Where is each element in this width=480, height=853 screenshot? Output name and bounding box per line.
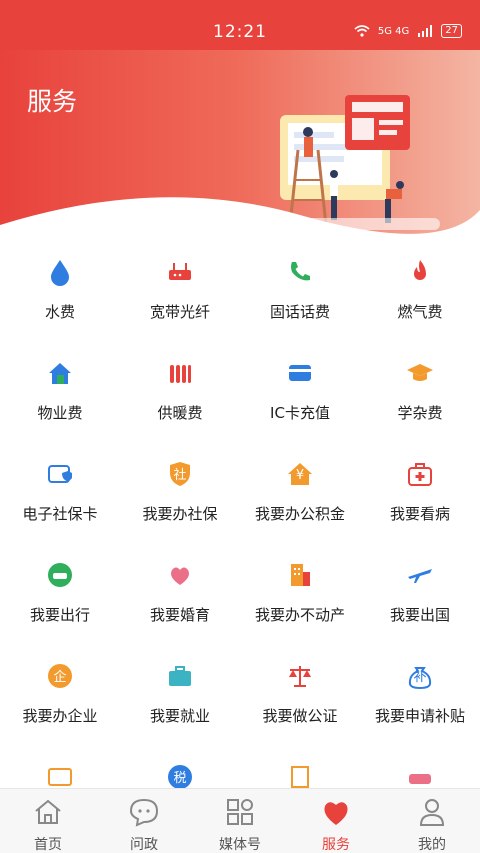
status-bar: 12:21 5G 4G 27 xyxy=(0,0,480,50)
hero-banner: 服务 xyxy=(0,50,480,240)
tab-label: 我的 xyxy=(418,837,446,853)
scale-icon xyxy=(289,666,311,687)
service-item[interactable]: 补我要申请补贴 xyxy=(360,644,480,744)
graduation-cap-icon xyxy=(407,364,433,381)
service-label: 供暖费 xyxy=(157,404,203,422)
service-item[interactable]: 我要出行 xyxy=(0,543,120,643)
service-label: 我要办不动产 xyxy=(254,606,345,624)
car-icon xyxy=(48,563,72,587)
house-yuan-icon: ¥ xyxy=(288,463,312,485)
service-item[interactable]: 电子社保卡 xyxy=(0,442,120,542)
service-item[interactable]: 学杂费 xyxy=(360,341,480,441)
building-icon xyxy=(291,564,310,586)
service-label: 水费 xyxy=(44,303,75,321)
service-label: 我要办公积金 xyxy=(254,505,345,523)
service-label: 我要办社保 xyxy=(142,505,218,523)
service-label: 燃气费 xyxy=(397,303,443,321)
service-item[interactable]: 我要就业 xyxy=(120,644,240,744)
service-item[interactable]: IC卡充值 xyxy=(240,341,360,441)
service-item[interactable]: 企我要办企业 xyxy=(0,644,120,744)
service-label: 我要办企业 xyxy=(22,707,98,725)
service-item[interactable] xyxy=(0,745,120,788)
medical-kit-icon xyxy=(408,463,432,486)
battery-indicator: 27 xyxy=(441,24,462,38)
service-item[interactable]: 税 xyxy=(120,745,240,788)
flame-icon xyxy=(414,260,426,280)
radiator-icon xyxy=(170,365,191,383)
service-item[interactable]: 我要做公证 xyxy=(240,644,360,744)
service-item[interactable] xyxy=(360,745,480,788)
svg-text:补: 补 xyxy=(413,670,426,685)
heart-family-icon xyxy=(171,567,189,585)
tab-2[interactable]: 媒体号 xyxy=(192,789,288,853)
services-grid: 水费 宽带光纤 固话话费 燃气费物业费 供暖费 IC卡充值 学杂费电子社保卡 社我要办社保 ¥ 我… xyxy=(0,240,480,788)
tab-label: 媒体号 xyxy=(219,837,261,853)
service-label: 电子社保卡 xyxy=(22,505,98,523)
service-label: 我要婚育 xyxy=(149,606,210,624)
water-drop-icon xyxy=(51,260,69,286)
bottom-tab-bar: 首页 问政 媒体号 服务 我的 xyxy=(0,788,480,853)
hero-wave xyxy=(0,197,480,240)
svg-text:税: 税 xyxy=(173,771,186,786)
page-title: 服务 xyxy=(27,87,78,116)
service-label: 我要看病 xyxy=(389,505,450,523)
tab-label: 首页 xyxy=(34,837,62,853)
router-icon xyxy=(169,263,191,280)
grid-icon xyxy=(227,799,253,825)
service-item[interactable]: 固话话费 xyxy=(240,240,360,340)
service-item[interactable]: 我要出国 xyxy=(360,543,480,643)
service-label: 物业费 xyxy=(37,404,83,422)
service-label: 我要申请补贴 xyxy=(374,707,465,725)
service-item[interactable]: 燃气费 xyxy=(360,240,480,340)
service-label: 我要做公证 xyxy=(262,707,338,725)
tab-label: 问政 xyxy=(130,837,158,853)
service-label: 宽带光纤 xyxy=(149,303,210,321)
status-icons: 5G 4G 27 xyxy=(354,24,462,38)
tab-label: 服务 xyxy=(322,837,350,853)
social-security-card-icon xyxy=(48,465,72,483)
service-item[interactable]: 社我要办社保 xyxy=(120,442,240,542)
home-icon xyxy=(35,799,61,824)
card-icon xyxy=(289,365,311,381)
heart-icon xyxy=(324,802,348,825)
tab-4[interactable]: 我的 xyxy=(384,789,480,853)
service-label: 我要就业 xyxy=(149,707,210,725)
service-item[interactable]: 宽带光纤 xyxy=(120,240,240,340)
tab-0[interactable]: 首页 xyxy=(0,789,96,853)
tax-icon: 税 xyxy=(168,765,192,788)
service-item[interactable]: 我要婚育 xyxy=(120,543,240,643)
svg-text:企: 企 xyxy=(53,669,66,685)
document-icon xyxy=(291,766,309,788)
service-label: 固话话费 xyxy=(269,303,330,321)
service-item[interactable]: 我要看病 xyxy=(360,442,480,542)
service-item[interactable]: ¥ 我要办公积金 xyxy=(240,442,360,542)
service-label: 我要出行 xyxy=(29,606,90,624)
service-label: 我要出国 xyxy=(389,606,450,624)
shield-she-icon: 社 xyxy=(170,462,190,486)
briefcase-icon xyxy=(169,666,191,686)
service-label: 学杂费 xyxy=(397,404,443,422)
money-bag-icon: 补 xyxy=(408,667,432,690)
enterprise-icon: 企 xyxy=(48,664,72,688)
service-label: IC卡充值 xyxy=(270,404,330,422)
tab-1[interactable]: 问政 xyxy=(96,789,192,853)
vehicle-icon xyxy=(409,774,431,784)
service-item[interactable]: 供暖费 xyxy=(120,341,240,441)
svg-text:¥: ¥ xyxy=(296,468,304,483)
wifi-icon xyxy=(354,25,370,37)
chat-bubble-icon xyxy=(129,798,159,827)
phone-icon xyxy=(291,262,310,281)
service-item[interactable]: 物业费 xyxy=(0,341,120,441)
signal-icon xyxy=(418,25,433,37)
service-item[interactable] xyxy=(240,745,360,788)
service-item[interactable]: 我要办不动产 xyxy=(240,543,360,643)
tab-3[interactable]: 服务 xyxy=(288,789,384,853)
id-card-icon xyxy=(48,768,72,786)
airplane-icon xyxy=(408,569,432,583)
house-icon xyxy=(49,363,71,384)
network-label: 5G 4G xyxy=(377,25,410,37)
svg-text:社: 社 xyxy=(173,467,186,483)
profile-icon xyxy=(419,799,445,826)
service-item[interactable]: 水费 xyxy=(0,240,120,340)
